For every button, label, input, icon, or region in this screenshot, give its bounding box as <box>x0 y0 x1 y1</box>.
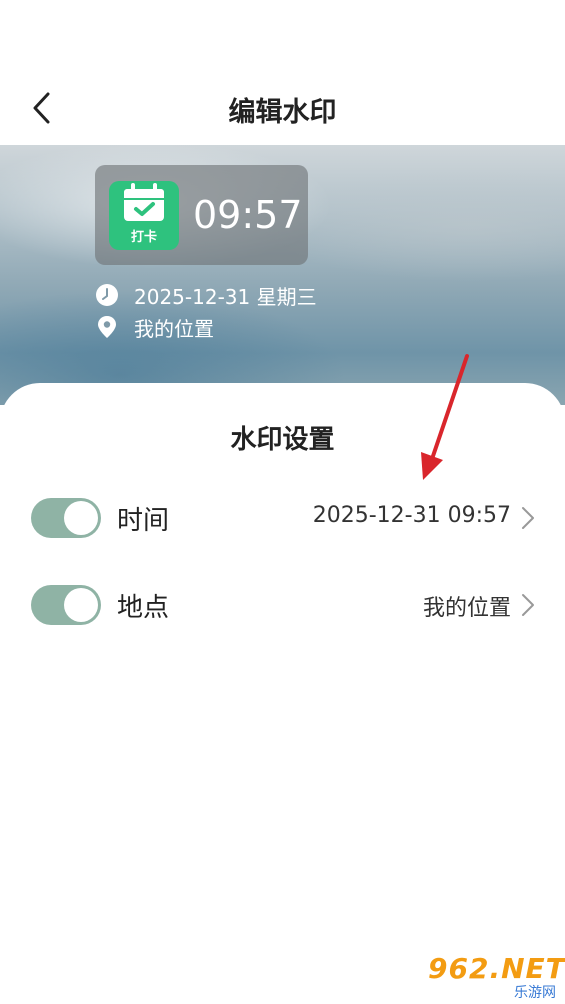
settings-title: 水印设置 <box>230 425 335 455</box>
site-watermark-sub: 乐游网 <box>514 985 556 1001</box>
annotation-arrow-icon <box>421 354 469 480</box>
watermark-time: 09:57 <box>193 193 303 237</box>
watermark-preview: 打卡 09:57 2025-12-31 星期三 我的位置 <box>0 145 565 405</box>
page-title: 编辑水印 <box>228 97 337 128</box>
watermark-date: 2025-12-31 星期三 <box>134 284 317 309</box>
watermark-location-row: 我的位置 <box>95 314 214 341</box>
app-icon-label: 打卡 <box>130 230 157 245</box>
checkin-app-icon: 打卡 <box>109 181 179 250</box>
setting-row-location[interactable]: 地点 我的位置 <box>0 579 565 629</box>
location-value: 我的位置 <box>422 596 511 621</box>
setting-row-time[interactable]: 时间 2025-12-31 09:57 <box>0 492 565 542</box>
time-toggle[interactable] <box>31 498 101 538</box>
toggle-knob <box>64 501 98 535</box>
location-label: 地点 <box>117 593 170 623</box>
time-value: 2025-12-31 09:57 <box>312 503 511 528</box>
watermark-settings-sheet: 水印设置 时间 2025-12-31 09:57 地点 我的位置 <box>0 383 565 1004</box>
location-toggle[interactable] <box>31 585 101 625</box>
chevron-right-icon <box>522 594 534 616</box>
site-watermark-logo: 962.NET 乐游网 <box>428 952 565 1001</box>
time-label: 时间 <box>117 506 170 536</box>
watermark-date-row: 2025-12-31 星期三 <box>95 282 317 309</box>
watermark-card: 打卡 09:57 <box>95 165 308 265</box>
location-pin-icon <box>95 315 119 339</box>
calendar-check-icon <box>124 183 164 221</box>
top-bar: 编辑水印 <box>0 0 565 145</box>
watermark-location: 我的位置 <box>134 316 214 341</box>
clock-icon <box>95 283 119 307</box>
site-watermark-main: 962.NET <box>428 952 565 985</box>
edit-watermark-screen: 编辑水印 打卡 09:57 2025-12-31 星期三 我的位置 水印设置 时… <box>0 0 565 1004</box>
toggle-knob <box>64 588 98 622</box>
chevron-right-icon <box>522 507 534 529</box>
